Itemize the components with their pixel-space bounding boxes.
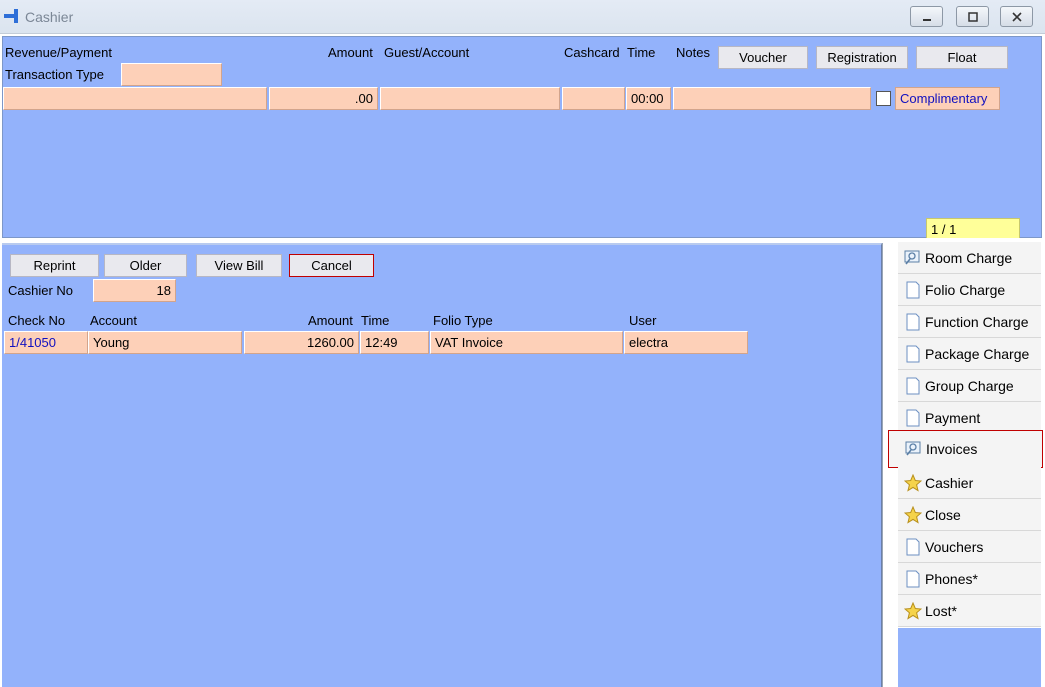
sidebar-item-group-charge[interactable]: Group Charge [898,370,1041,402]
transaction-type-label: Transaction Type [5,67,104,82]
sidebar-item-package-charge[interactable]: Package Charge [898,338,1041,370]
notes-field[interactable] [673,87,871,110]
voucher-button[interactable]: Voucher [718,46,808,69]
header-guest-account: Guest/Account [384,45,470,60]
cashcard-field[interactable] [562,87,625,110]
complimentary-checkbox[interactable] [876,91,891,106]
column-account: Account [90,313,137,328]
amount-field[interactable]: .00 [269,87,378,110]
sidebar-item-room-charge[interactable]: Room Charge [898,242,1041,274]
sidebar-item-phones[interactable]: Phones* [898,563,1041,595]
header-amount: Amount [328,45,373,60]
header-revenue-payment: Revenue/Payment [5,45,112,60]
sidebar-item-function-charge[interactable]: Function Charge [898,306,1041,338]
sidebar-item-vouchers[interactable]: Vouchers [898,531,1041,563]
registration-button[interactable]: Registration [816,46,908,69]
cell-check-no[interactable]: 1/41050 [4,331,88,354]
star-icon [904,601,922,620]
sidebar-item-label: Package Charge [925,345,1030,362]
older-button[interactable]: Older [104,254,187,277]
column-time: Time [361,313,390,328]
revenue-payment-field[interactable] [3,87,267,110]
close-button[interactable] [1000,6,1033,27]
column-amount: Amount [308,313,353,328]
sidebar-item-close[interactable]: Close [898,499,1041,531]
cell-user[interactable]: electra [624,331,748,354]
cell-account[interactable]: Young [88,331,242,354]
sidebar-item-label: Cashier [925,474,974,491]
cell-folio-type[interactable]: VAT Invoice [430,331,623,354]
document-icon [904,409,922,427]
star-icon [904,473,922,492]
search-doc-icon [904,249,922,267]
sidebar-empty-area [898,628,1041,687]
document-icon [904,377,922,395]
sidebar-item-invoices[interactable]: Invoices [888,430,1043,468]
sidebar-item-label: Invoices [926,441,978,457]
minimize-button[interactable] [910,6,943,27]
sidebar-item-label: Close [925,506,961,523]
app-icon [4,9,18,23]
cashier-no-label: Cashier No [8,283,74,298]
float-button[interactable]: Float [916,46,1008,69]
restore-icon [967,11,978,22]
sidebar-item-lost[interactable]: Lost* [898,595,1041,627]
sidebar-item-label: Group Charge [925,377,1014,394]
column-folio-type: Folio Type [433,313,493,328]
time-field[interactable]: 00:00 [626,87,671,110]
header-time: Time [627,45,656,60]
cashier-history-panel [2,243,882,687]
transaction-type-field[interactable] [121,63,222,86]
cell-amount[interactable]: 1260.00 [244,331,359,354]
sidebar-item-label: Lost* [925,602,957,619]
sidebar-item-label: Payment [925,409,981,426]
document-icon [904,345,922,363]
column-check-no: Check No [8,313,66,328]
document-icon [904,281,922,299]
header-cashcard: Cashcard [564,45,620,60]
maximize-button[interactable] [956,6,989,27]
search-doc-icon [905,440,923,458]
document-icon [904,313,922,331]
complimentary-label[interactable]: Complimentary [895,87,1000,110]
reprint-button[interactable]: Reprint [10,254,99,277]
sidebar-item-label: Room Charge [925,249,1013,266]
star-icon [904,505,922,524]
document-icon [904,538,922,556]
page-indicator: 1 / 1 [926,218,1020,239]
sidebar-item-label: Function Charge [925,313,1029,330]
header-notes: Notes [676,45,710,60]
minimize-icon [922,18,931,21]
sidebar-item-label: Phones* [925,570,978,587]
document-icon [904,570,922,588]
title-bar: Cashier [0,0,1045,34]
cashier-no-field[interactable]: 18 [93,279,176,302]
sidebar-item-label: Folio Charge [925,281,1006,298]
sidebar-item-folio-charge[interactable]: Folio Charge [898,274,1041,306]
close-icon [1011,11,1022,22]
window-title: Cashier [25,9,74,25]
cancel-button[interactable]: Cancel [289,254,374,277]
sidebar-item-cashier[interactable]: Cashier [898,467,1041,499]
column-user: User [629,313,657,328]
guest-account-field[interactable] [380,87,560,110]
sidebar-item-label: Vouchers [925,538,984,555]
cell-time[interactable]: 12:49 [360,331,429,354]
view-bill-button[interactable]: View Bill [196,254,282,277]
